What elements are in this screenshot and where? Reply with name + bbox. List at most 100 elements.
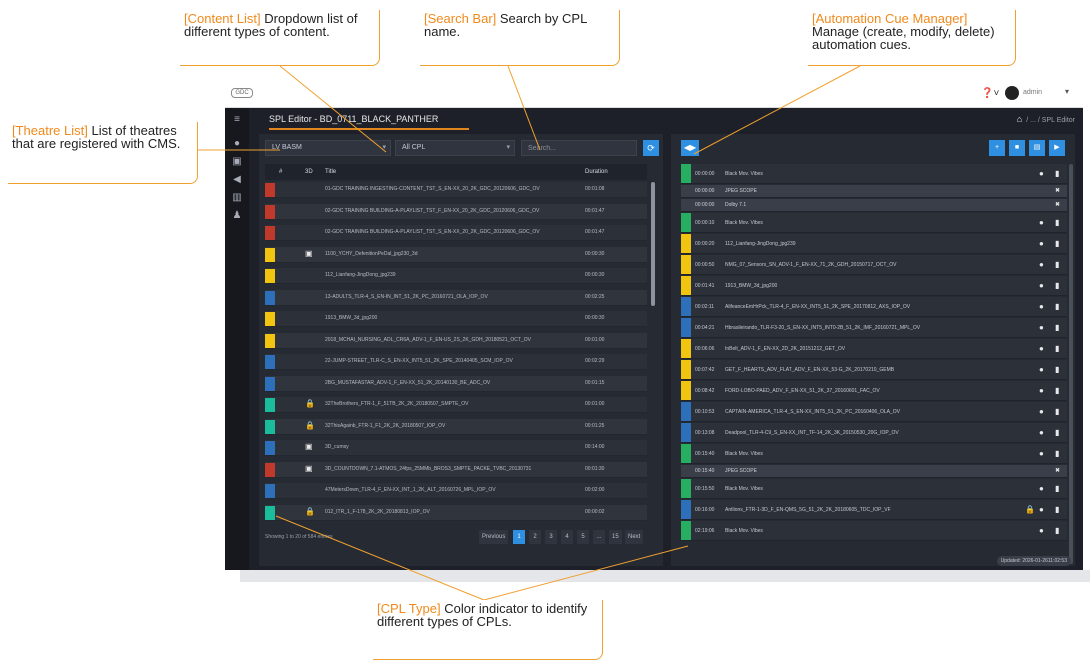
send-icon[interactable]: ◀ bbox=[231, 174, 243, 186]
cue-add-icon[interactable]: ● bbox=[1039, 381, 1044, 401]
col-num[interactable]: # bbox=[279, 164, 282, 180]
cue-menu-icon[interactable]: ▮ bbox=[1055, 255, 1059, 275]
content-type-select[interactable]: All CPL ▾ bbox=[395, 140, 515, 156]
dashboard-icon[interactable]: ● bbox=[231, 138, 243, 150]
theatre-select[interactable]: LV BASM ▾ bbox=[265, 140, 391, 156]
table-row[interactable]: ▣ 3D_cumsy 00:14:00 bbox=[265, 440, 647, 456]
breadcrumb-text[interactable]: / ... / SPL Editor bbox=[1026, 117, 1075, 124]
reports-icon[interactable]: ▥ bbox=[231, 192, 243, 204]
cue-add-icon[interactable]: ● bbox=[1039, 479, 1044, 499]
cue-add-icon[interactable]: ● bbox=[1039, 521, 1044, 541]
cue-menu-icon[interactable]: ▮ bbox=[1055, 318, 1059, 338]
page-button[interactable]: 15 bbox=[609, 530, 622, 544]
cue-menu-icon[interactable]: ▮ bbox=[1055, 276, 1059, 296]
cue-menu-icon[interactable]: ▮ bbox=[1055, 444, 1059, 464]
cue-sub-item[interactable]: 00:15:40 JPEG SCOPE ✖ bbox=[681, 465, 1067, 478]
col-title[interactable]: Title bbox=[325, 164, 336, 180]
cue-menu-icon[interactable]: ▮ bbox=[1055, 479, 1059, 499]
cue-add-icon[interactable]: ● bbox=[1039, 318, 1044, 338]
menu-icon[interactable]: ≡ bbox=[231, 114, 243, 126]
automation-cue-manager-button[interactable]: ◀▶ bbox=[681, 140, 699, 156]
cue-add-icon[interactable]: ● bbox=[1039, 255, 1044, 275]
table-row[interactable]: 47MetersDown_TLR-4_F_EN-XX_INT_1_2K_ALT_… bbox=[265, 483, 647, 499]
cue-add-icon[interactable]: ● bbox=[1039, 164, 1044, 184]
help-menu-icon[interactable]: ❓˅ bbox=[981, 88, 999, 99]
page-button[interactable]: 3 bbox=[545, 530, 557, 544]
cue-item[interactable]: 00:15:40 Black Mov. Vibes ● ▮ bbox=[681, 444, 1067, 464]
cue-add-icon[interactable]: ● bbox=[1039, 444, 1044, 464]
cue-add-icon[interactable]: ● bbox=[1039, 339, 1044, 359]
table-row[interactable]: ▣ 3D_COUNTDOWN_7.1-ATMOS_24fps_25MMb_BROS… bbox=[265, 461, 647, 478]
cue-add-icon[interactable]: ● bbox=[1039, 360, 1044, 380]
next-page-button[interactable]: Next bbox=[625, 530, 644, 544]
play-button[interactable]: ▶ bbox=[1049, 140, 1065, 156]
cue-menu-icon[interactable]: ▮ bbox=[1055, 164, 1059, 184]
cue-menu-icon[interactable]: ▮ bbox=[1055, 521, 1059, 541]
table-row[interactable]: 2018_MCHAI_NURSING_ADL_CR6A_ADV-1_F_EN-U… bbox=[265, 332, 647, 349]
cue-menu-icon[interactable]: ▮ bbox=[1055, 402, 1059, 422]
previous-page-button[interactable]: Previous bbox=[479, 530, 509, 544]
cue-menu-icon[interactable]: ▮ bbox=[1055, 360, 1059, 380]
table-row[interactable]: 112_Lianfang-JingDong_jpg239 00:00:30 bbox=[265, 268, 647, 284]
cue-menu-icon[interactable]: ▮ bbox=[1055, 339, 1059, 359]
cue-sub-item[interactable]: 00:00:00 Dolby 7.1 ✖ bbox=[681, 199, 1067, 212]
users-icon[interactable]: ♟ bbox=[231, 210, 243, 222]
cue-menu-icon[interactable]: ▮ bbox=[1055, 381, 1059, 401]
cue-item[interactable]: 00:06:06 InBelt_ADV-1_F_EN-XX_2D_2K_20151… bbox=[681, 339, 1067, 359]
cue-menu-icon[interactable]: ▮ bbox=[1055, 297, 1059, 317]
page-button[interactable]: ... bbox=[593, 530, 605, 544]
cue-add-icon[interactable]: ● bbox=[1039, 500, 1044, 520]
cue-item[interactable]: 00:15:50 Black Mov. Vibes ● ▮ bbox=[681, 479, 1067, 499]
user-menu-chevron-icon[interactable]: ▾ bbox=[1065, 87, 1069, 96]
page-button[interactable]: 1 bbox=[513, 530, 525, 544]
cue-item[interactable]: 00:01:41 1913_BMW_3d_jpg200 ● ▮ bbox=[681, 276, 1067, 296]
cue-add-icon[interactable]: ● bbox=[1039, 297, 1044, 317]
cue-item[interactable]: 00:00:00 Black Mov. Vibes ● ▮ bbox=[681, 164, 1067, 184]
cue-menu-icon[interactable]: ▮ bbox=[1055, 213, 1059, 233]
cue-item[interactable]: 00:04:21 Hbrasileirando_TLR-F3-20_S_EN-XX… bbox=[681, 318, 1067, 338]
table-row[interactable]: 02-GDC TRAINING BUILDING-A-PLAYLIST_TST_… bbox=[265, 225, 647, 241]
table-row[interactable]: 2BG_MUSTAFASTAR_ADV-1_F_EN-XX_51_2K_2014… bbox=[265, 375, 647, 392]
cue-item[interactable]: 00:07:42 GET_F_HEARTS_ADV_FLAT_ADV_F_EN-X… bbox=[681, 360, 1067, 380]
refresh-button[interactable]: ⟳ bbox=[643, 140, 659, 156]
cue-item[interactable]: 00:00:50 NMG_07_Sensors_SN_ADV-1_F_EN-XX_… bbox=[681, 255, 1067, 275]
page-button[interactable]: 5 bbox=[577, 530, 589, 544]
remove-icon[interactable]: ✖ bbox=[1055, 465, 1060, 478]
save-button[interactable]: ■ bbox=[1009, 140, 1025, 156]
cue-item[interactable]: 00:02:11 AlifeanceEmHrPck_TLR-4_F_EN-XX_I… bbox=[681, 297, 1067, 317]
cue-add-icon[interactable]: ● bbox=[1039, 423, 1044, 443]
cue-scrollbar[interactable] bbox=[1069, 164, 1073, 564]
user-name[interactable]: admin bbox=[1023, 89, 1042, 96]
cue-item[interactable]: 02:19:06 Black Mov. Vibes ● ▮ bbox=[681, 521, 1067, 541]
table-row[interactable]: 02-GDC TRAINING BUILDING-A-PLAYLIST_TST_… bbox=[265, 203, 647, 220]
table-row[interactable]: 01-GDC TRAINING INGESTING-CONTENT_TST_S_… bbox=[265, 182, 647, 198]
cue-add-icon[interactable]: ● bbox=[1039, 234, 1044, 254]
cue-item[interactable]: 00:08:42 FORD-LOBO-PAED_ADV_F_EN-XX_51_2K… bbox=[681, 381, 1067, 401]
cue-menu-icon[interactable]: ▮ bbox=[1055, 423, 1059, 443]
remove-icon[interactable]: ✖ bbox=[1055, 199, 1060, 212]
table-row[interactable]: ▣ 1100_YCHY_DefenitionPeDal_jpg230_3d 00:0… bbox=[265, 246, 647, 263]
table-row[interactable]: 22-JUMP-STREET_TLR-C_S_EN-XX_INT5_51_2K_… bbox=[265, 354, 647, 370]
table-row[interactable]: 1913_BMW_3d_jpg200 00:00:30 bbox=[265, 311, 647, 327]
table-row[interactable]: 🔒 012_ITR_1_F-178_2K_2K_20180813_IOP_OV 00… bbox=[265, 504, 647, 521]
search-input[interactable] bbox=[521, 140, 637, 156]
remove-icon[interactable]: ✖ bbox=[1055, 185, 1060, 198]
table-row[interactable]: 🔒 32TheBrothers_FTR-1_F_51TB_2K_2K_201805… bbox=[265, 397, 647, 413]
table-row[interactable]: 13-ADULTS_TLR-4_S_EN-IN_INT_51_2K_PC_201… bbox=[265, 289, 647, 306]
content-icon[interactable]: ▣ bbox=[231, 156, 243, 168]
add-button[interactable]: + bbox=[989, 140, 1005, 156]
cue-add-icon[interactable]: ● bbox=[1039, 213, 1044, 233]
cue-item[interactable]: 00:00:10 Black Mov. Vibes ● ▮ bbox=[681, 213, 1067, 233]
col-3d[interactable]: 3D bbox=[305, 164, 313, 180]
cue-item[interactable]: 00:00:20 112_Lianfang-JingDong_jpg239 ● ▮ bbox=[681, 234, 1067, 254]
cue-menu-icon[interactable]: ▮ bbox=[1055, 234, 1059, 254]
cue-item[interactable]: 00:13:08 Deadpool_TLR-4-C9_S_EN-XX_INT_TF… bbox=[681, 423, 1067, 443]
cue-item[interactable]: 00:10:53 CAPTAIN-AMERICA_TLR-4_S_EN-XX_IN… bbox=[681, 402, 1067, 422]
cue-sub-item[interactable]: 00:00:00 JPEG SCOPE ✖ bbox=[681, 185, 1067, 198]
home-icon[interactable]: ⌂ bbox=[1017, 114, 1022, 124]
table-scrollbar[interactable] bbox=[651, 182, 655, 306]
page-button[interactable]: 4 bbox=[561, 530, 573, 544]
cue-menu-icon[interactable]: ▮ bbox=[1055, 500, 1059, 520]
user-avatar-icon[interactable] bbox=[1005, 86, 1019, 100]
page-button[interactable]: 2 bbox=[529, 530, 541, 544]
